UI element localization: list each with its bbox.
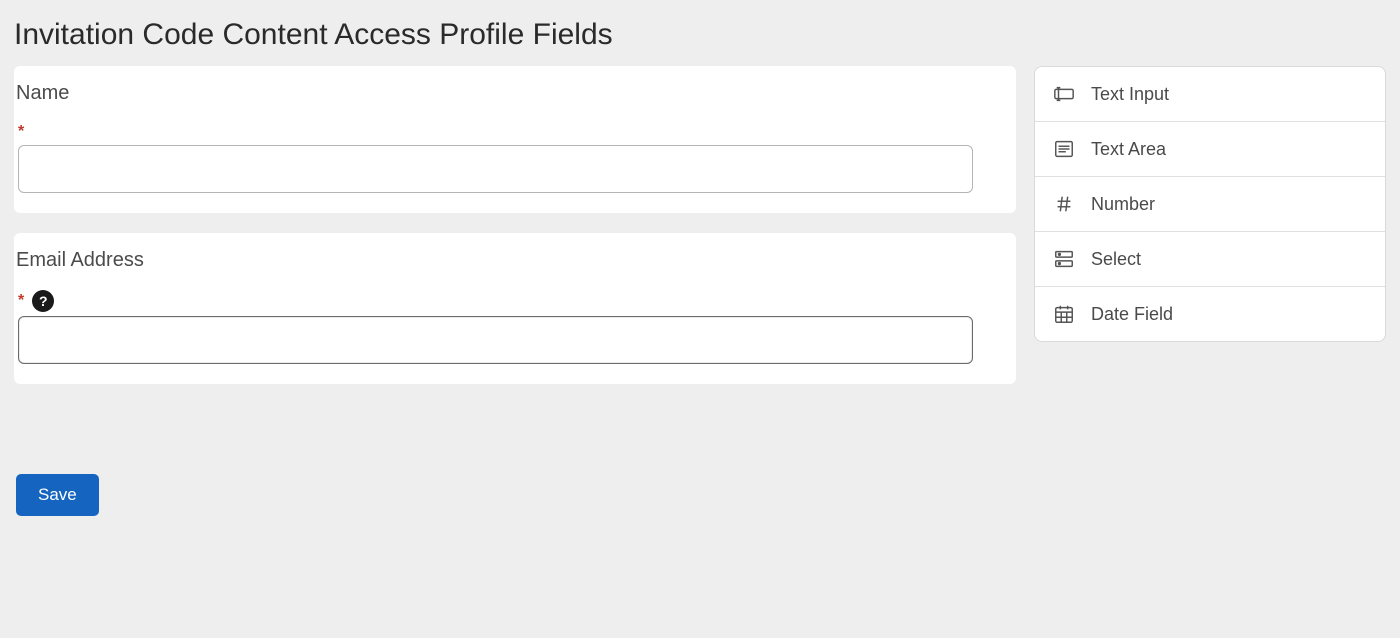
- page-title: Invitation Code Content Access Profile F…: [0, 0, 1400, 66]
- field-label-name: Name: [16, 82, 1000, 105]
- field-type-number[interactable]: Number: [1035, 177, 1385, 232]
- field-card-name[interactable]: Name *: [14, 66, 1016, 213]
- field-type-label: Select: [1091, 249, 1141, 270]
- field-type-text-input[interactable]: Text Input: [1035, 67, 1385, 122]
- select-icon: [1053, 248, 1075, 270]
- field-type-panel: Text Input Text Area Number Select: [1034, 66, 1386, 342]
- date-field-icon: [1053, 303, 1075, 325]
- number-icon: [1053, 193, 1075, 215]
- field-type-date-field[interactable]: Date Field: [1035, 287, 1385, 341]
- name-input[interactable]: [18, 145, 973, 193]
- email-input[interactable]: [18, 316, 973, 364]
- field-type-label: Date Field: [1091, 304, 1173, 325]
- field-type-label: Number: [1091, 194, 1155, 215]
- field-card-email[interactable]: Email Address * ?: [14, 233, 1016, 384]
- field-label-email: Email Address: [16, 249, 1000, 272]
- field-type-select[interactable]: Select: [1035, 232, 1385, 287]
- required-star: *: [18, 123, 24, 141]
- save-button[interactable]: Save: [16, 474, 99, 516]
- field-type-label: Text Input: [1091, 84, 1169, 105]
- help-icon[interactable]: ?: [32, 290, 54, 312]
- field-type-label: Text Area: [1091, 139, 1166, 160]
- text-area-icon: [1053, 138, 1075, 160]
- field-type-text-area[interactable]: Text Area: [1035, 122, 1385, 177]
- text-input-icon: [1053, 83, 1075, 105]
- required-star: *: [18, 292, 24, 310]
